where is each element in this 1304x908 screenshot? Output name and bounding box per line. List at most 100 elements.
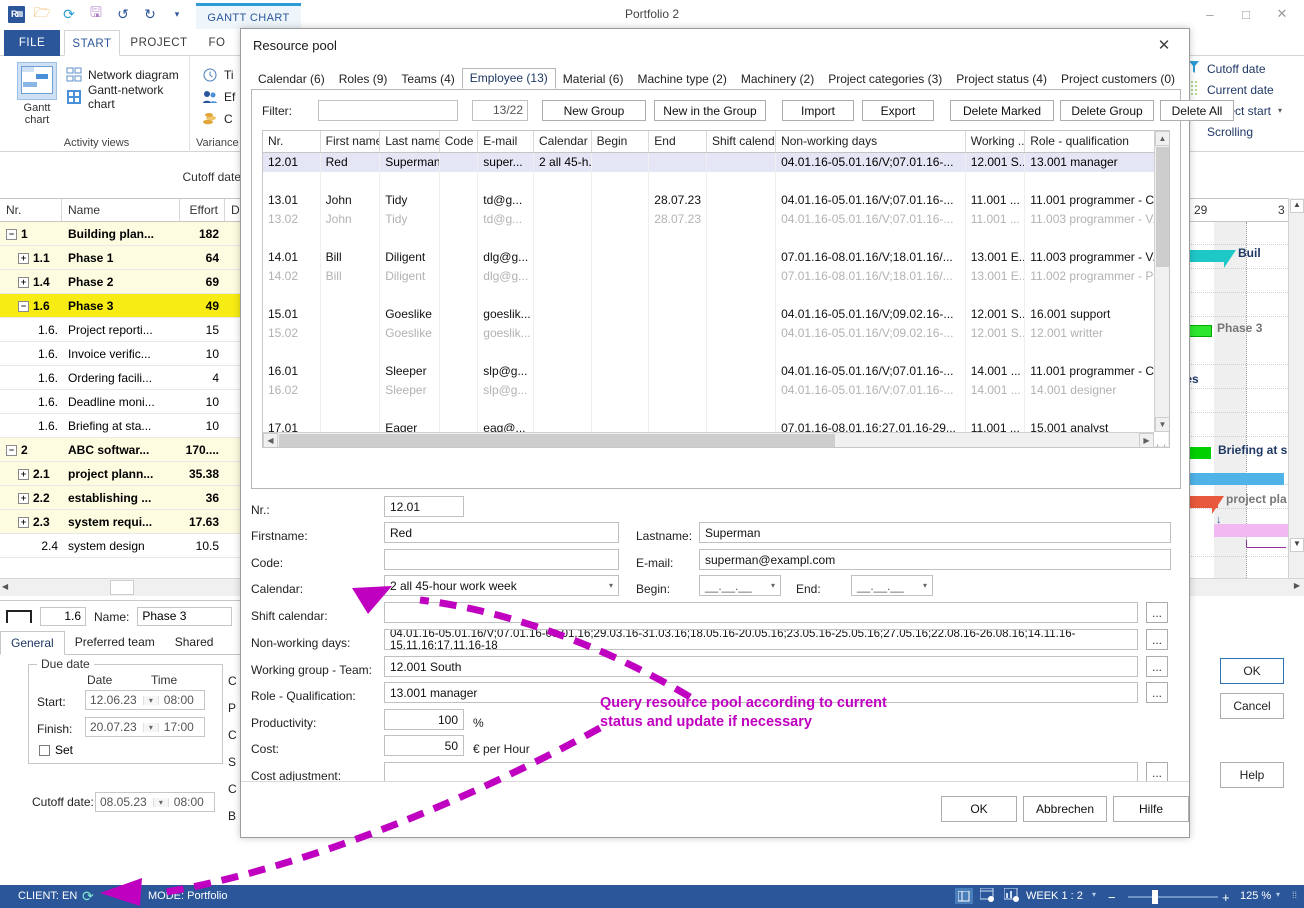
minimize-button[interactable]: – [1192, 0, 1228, 28]
role-browse-button[interactable]: ... [1146, 682, 1168, 703]
grid-row[interactable]: 13.01 John Tidy td@g... 28.07.23 04.01.16-05.… [263, 191, 1169, 210]
table-row[interactable]: 2.4 system design 10.5 [0, 534, 245, 558]
new-group-button[interactable]: New Group [542, 100, 646, 121]
gantt-bar-blue[interactable] [1186, 473, 1284, 485]
workgroup-browse-button[interactable]: ... [1146, 656, 1168, 677]
dialog-tab-project-categories-3[interactable]: Project categories (3) [821, 70, 949, 89]
variance-time-button[interactable]: Ti [202, 64, 235, 86]
week-dropdown-icon[interactable]: ▾ [1092, 890, 1096, 899]
workgroup-input[interactable]: 12.001 South [384, 656, 1138, 677]
statusbar-week[interactable]: WEEK 1 : 2 [1026, 890, 1083, 902]
grid-row[interactable]: 14.01 Bill Diligent dlg@g... 07.01.16-08.01.… [263, 248, 1169, 267]
ribbon-tab-start[interactable]: START [64, 30, 120, 56]
start-date-dropdown-icon[interactable]: ▾ [143, 695, 159, 705]
grid-row[interactable]: 14.02 Bill Diligent dlg@g... 07.01.16-08.01.… [263, 267, 1169, 286]
zoom-in-button[interactable]: + [1222, 890, 1230, 905]
grid-col-header[interactable]: Nr. [263, 131, 321, 152]
chart-grid-icon[interactable] [1003, 887, 1020, 906]
row-expander[interactable]: + [18, 468, 29, 480]
delete-group-button[interactable]: Delete Group [1060, 100, 1154, 121]
grid-row[interactable] [263, 343, 1169, 362]
gantt-network-chart-button[interactable]: Gantt-network chart [66, 83, 189, 111]
grid-scroll-up-arrow-icon[interactable]: ▲ [1155, 131, 1169, 146]
col-header-nr[interactable]: Nr. [0, 199, 62, 221]
grid-col-header[interactable]: Working ... [966, 131, 1026, 152]
gantt-scroll-up-arrow-icon[interactable]: ▲ [1290, 199, 1304, 213]
gantt-bar-summary[interactable] [1186, 250, 1228, 262]
project-start-dropdown-icon[interactable]: ▾ [1278, 106, 1282, 115]
set-checkbox[interactable] [39, 745, 50, 757]
grid-col-header[interactable]: Calendar [534, 131, 592, 152]
end-input[interactable]: __.__.__ ▾ [851, 575, 933, 596]
dialog-tab-calendar-6[interactable]: Calendar (6) [251, 70, 332, 89]
grid-row[interactable]: 16.02 Sleeper slp@g... 04.01.16-05.01.16/V;… [263, 381, 1169, 400]
cost-adjustment-browse-button[interactable]: ... [1146, 762, 1168, 783]
zoom-out-button[interactable]: − [1108, 890, 1116, 905]
zoom-slider-thumb[interactable] [1152, 890, 1158, 904]
grid-row[interactable] [263, 229, 1169, 248]
new-in-the-group-button[interactable]: New in the Group [654, 100, 766, 121]
shift-calendar-input[interactable] [384, 602, 1138, 623]
hscroll-thumb[interactable] [110, 580, 134, 595]
grid-col-header[interactable]: E-mail [478, 131, 535, 152]
grid-row[interactable] [263, 400, 1169, 419]
gantt-hscroll-right-arrow-icon[interactable]: ▶ [1294, 581, 1300, 590]
dialog-help-button[interactable]: Hilfe [1113, 796, 1189, 822]
grid-row[interactable] [263, 172, 1169, 191]
dialog-tab-material-6[interactable]: Material (6) [556, 70, 631, 89]
task-name-field[interactable]: Phase 3 [137, 607, 233, 626]
code-input[interactable] [384, 549, 619, 570]
firstname-input[interactable]: Red [384, 522, 619, 543]
chevron-down-icon[interactable]: ▾ [771, 581, 775, 590]
zoom-slider[interactable] [1128, 896, 1218, 898]
legend-item-scrolling[interactable]: Scrolling [1188, 121, 1304, 142]
dialog-tab-teams-4[interactable]: Teams (4) [394, 70, 461, 89]
grid-col-header[interactable]: Role - qualification [1025, 131, 1169, 152]
grid-col-header[interactable]: First name [321, 131, 381, 152]
gantt-vscrollbar[interactable]: ▲ ▼ [1288, 198, 1304, 588]
legend-item-current-date[interactable]: Current date [1188, 79, 1304, 100]
cutoff-date-dropdown-icon[interactable]: ▾ [153, 797, 169, 807]
row-expander[interactable]: + [18, 252, 29, 264]
grid-col-header[interactable]: Non-working days [776, 131, 966, 152]
dialog-tab-roles-9[interactable]: Roles (9) [332, 70, 395, 89]
grid-row[interactable]: 15.01 Goeslike goeslik... 04.01.16-05.01.16… [263, 305, 1169, 324]
table-row[interactable]: +2.3 system requi... 17.63 [0, 510, 245, 534]
gantt-hscrollbar[interactable]: ▶ [1186, 578, 1304, 596]
calendar-grid-icon[interactable] [979, 887, 996, 906]
grid-col-header[interactable]: Code [440, 131, 479, 152]
dialog-tab-employee-13[interactable]: Employee (13) [461, 68, 556, 89]
grid-row[interactable]: 13.02 John Tidy td@g... 28.07.23 04.01.16-05.… [263, 210, 1169, 229]
cost-input[interactable]: 50 [384, 735, 464, 756]
tab-preferred-team[interactable]: Preferred team [65, 631, 165, 654]
nonworking-browse-button[interactable]: ... [1146, 629, 1168, 650]
grid-col-header[interactable]: Last name [380, 131, 440, 152]
gantt-scroll-down-arrow-icon[interactable]: ▼ [1290, 538, 1304, 552]
gantt-body[interactable]: Buil Phase 3 ies Briefing at s project p… [1186, 222, 1304, 588]
split-view-icon[interactable] [955, 888, 973, 904]
gantt-chart-context-tab[interactable]: GANTT CHART [196, 3, 301, 29]
tab-shared[interactable]: Shared [165, 631, 224, 654]
grid-col-header[interactable]: Shift calendar [707, 131, 777, 152]
grid-hscrollbar[interactable]: ◀ ▶ [263, 432, 1154, 447]
grid-row[interactable] [263, 286, 1169, 305]
table-row[interactable]: −2 ABC softwar... 170.... [0, 438, 245, 462]
row-expander[interactable]: − [18, 300, 29, 312]
ribbon-tab-fo[interactable]: FO [200, 30, 234, 56]
grid-vscrollbar[interactable]: ▲ ▼ [1154, 131, 1169, 432]
delete-all-button[interactable]: Delete All [1160, 100, 1234, 121]
gantt-chart-area[interactable]: 29 3 Buil Phase 3 ies Briefing at s [1186, 198, 1304, 588]
left-table-hscrollbar[interactable]: ◀ [0, 578, 245, 596]
lastname-input[interactable]: Superman [699, 522, 1171, 543]
dialog-close-button[interactable]: ✕ [1145, 33, 1183, 57]
row-expander[interactable]: + [18, 276, 29, 288]
calendar-select[interactable]: 2 all 45-hour work week ▾ [384, 575, 619, 596]
main-help-button[interactable]: Help [1220, 762, 1284, 788]
chevron-down-icon[interactable]: ▾ [923, 581, 927, 590]
resource-grid-body[interactable]: 12.01RedSuperman super...2 all 45-h... 04.… [263, 153, 1169, 447]
grid-col-header[interactable]: Begin [592, 131, 650, 152]
col-header-effort[interactable]: Effort [180, 199, 225, 221]
legend-item-cutoff-date[interactable]: Cutoff date [1188, 58, 1304, 79]
variance-cost-button[interactable]: C [202, 108, 235, 130]
grid-row[interactable]: 16.01 Sleeper slp@g... 04.01.16-05.01.16/V;… [263, 362, 1169, 381]
